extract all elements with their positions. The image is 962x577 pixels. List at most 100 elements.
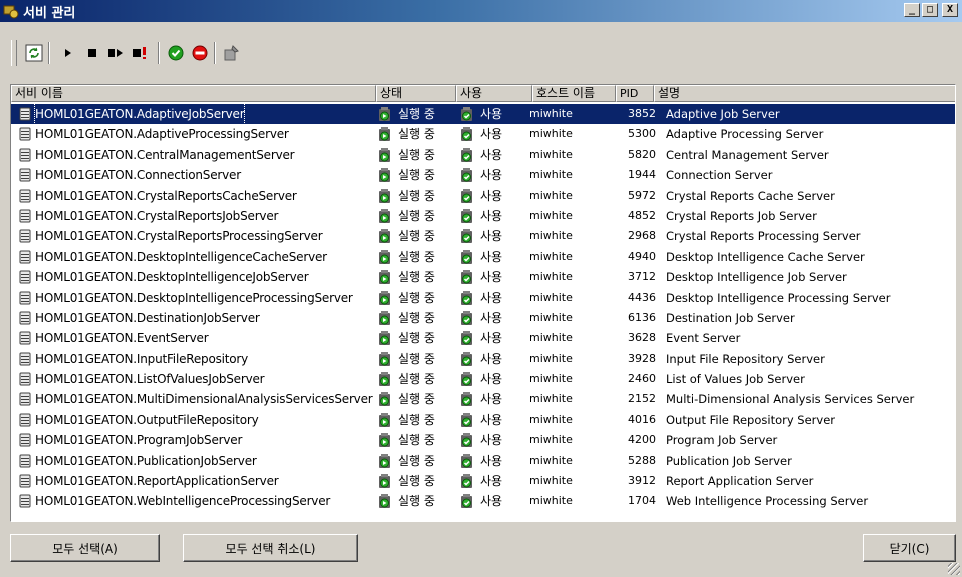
resize-grip[interactable] bbox=[948, 563, 960, 575]
desc-cell: Input File Repository Server bbox=[666, 351, 825, 366]
table-row[interactable]: HOML01GEATON.CrystalReportsJobServer 실행 중… bbox=[11, 206, 955, 226]
column-header-desc[interactable]: 설명 bbox=[654, 85, 955, 102]
table-row[interactable]: HOML01GEATON.WebIntelligenceProcessingSe… bbox=[11, 491, 955, 511]
column-header-use[interactable]: 사용 bbox=[456, 85, 532, 102]
desc-cell: Web Intelligence Processing Server bbox=[666, 494, 869, 509]
server-icon bbox=[19, 494, 31, 508]
table-row[interactable]: HOML01GEATON.InputFileRepository 실행 중 사용 mi… bbox=[11, 349, 955, 369]
desc-cell: Event Server bbox=[666, 331, 741, 346]
table-row[interactable]: HOML01GEATON.CrystalReportsProcessingSer… bbox=[11, 226, 955, 246]
use-cell: 사용 bbox=[459, 328, 531, 348]
server-name-cell: HOML01GEATON.ConnectionServer bbox=[19, 165, 382, 185]
column-header-state[interactable]: 상태 bbox=[376, 85, 456, 102]
host-cell: miwhite bbox=[529, 331, 573, 345]
running-status-icon bbox=[379, 372, 390, 387]
host-cell: miwhite bbox=[529, 474, 573, 488]
deselect-all-button[interactable]: 모두 선택 취소(L) bbox=[183, 534, 358, 562]
table-row[interactable]: HOML01GEATON.DesktopIntelligenceProcessi… bbox=[11, 288, 955, 308]
enabled-status-icon bbox=[461, 127, 472, 142]
table-row[interactable]: HOML01GEATON.ProgramJobServer 실행 중 사용 miwhi… bbox=[11, 430, 955, 450]
server-name-cell: HOML01GEATON.EventServer bbox=[19, 328, 382, 348]
server-name: HOML01GEATON.DesktopIntelligenceCacheSer… bbox=[35, 249, 327, 264]
server-name: HOML01GEATON.ProgramJobServer bbox=[35, 433, 243, 448]
running-status-icon bbox=[379, 270, 390, 285]
running-status-icon bbox=[379, 147, 390, 162]
host-cell: miwhite bbox=[529, 270, 573, 284]
desc-cell: Desktop Intelligence Cache Server bbox=[666, 249, 865, 264]
server-icon bbox=[19, 168, 31, 182]
table-row[interactable]: HOML01GEATON.PublicationJobServer 실행 중 사용 m… bbox=[11, 451, 955, 471]
use-cell: 사용 bbox=[459, 206, 531, 226]
state-text: 실행 중 bbox=[398, 168, 435, 183]
server-list[interactable]: 서비 이름 상태 사용 호스트 이름 PID 설명 HOML01GEATON.A… bbox=[10, 84, 956, 522]
disable-button[interactable] bbox=[190, 43, 210, 63]
server-icon bbox=[19, 107, 31, 121]
desc-cell: Publication Job Server bbox=[666, 453, 792, 468]
state-text: 실행 중 bbox=[398, 188, 435, 203]
use-text: 사용 bbox=[480, 331, 503, 346]
host-cell: miwhite bbox=[529, 494, 573, 508]
table-row[interactable]: HOML01GEATON.OutputFileRepository 실행 중 사용 m… bbox=[11, 410, 955, 430]
server-icon bbox=[19, 474, 31, 488]
table-row[interactable]: HOML01GEATON.AdaptiveJobServer 실행 중 사용 miwh… bbox=[11, 104, 955, 125]
pid-cell: 4940 bbox=[628, 249, 656, 263]
table-row[interactable]: HOML01GEATON.MultiDimensionalAnalysisSer… bbox=[11, 389, 955, 409]
enabled-status-icon bbox=[461, 147, 472, 162]
table-row[interactable]: HOML01GEATON.AdaptiveProcessingServer 실행 … bbox=[11, 124, 955, 144]
table-row[interactable]: HOML01GEATON.DesktopIntelligenceJobServe… bbox=[11, 267, 955, 287]
server-name-cell: HOML01GEATON.ListOfValuesJobServer bbox=[19, 369, 382, 389]
state-cell: 실행 중 bbox=[377, 165, 457, 185]
enable-button[interactable] bbox=[166, 43, 186, 63]
use-text: 사용 bbox=[480, 351, 503, 366]
server-name: HOML01GEATON.OutputFileRepository bbox=[35, 412, 259, 427]
maximize-button[interactable]: □ bbox=[922, 3, 938, 17]
table-row[interactable]: HOML01GEATON.CentralManagementServer 실행 중… bbox=[11, 145, 955, 165]
server-name: HOML01GEATON.ConnectionServer bbox=[35, 168, 241, 183]
toolbar-grip bbox=[11, 40, 17, 66]
table-row[interactable]: HOML01GEATON.ReportApplicationServer 실행 중… bbox=[11, 471, 955, 491]
table-row[interactable]: HOML01GEATON.CrystalReportsCacheServer 실행… bbox=[11, 186, 955, 206]
start-button[interactable] bbox=[58, 43, 78, 63]
select-all-button[interactable]: 모두 선택(A) bbox=[10, 534, 160, 562]
desc-cell: Destination Job Server bbox=[666, 310, 795, 325]
column-header-host[interactable]: 호스트 이름 bbox=[532, 85, 616, 102]
force-stop-button[interactable] bbox=[130, 43, 150, 63]
server-name: HOML01GEATON.CrystalReportsCacheServer bbox=[35, 188, 297, 203]
use-text: 사용 bbox=[480, 208, 503, 223]
disable-icon bbox=[192, 45, 208, 61]
server-name-cell: HOML01GEATON.MultiDimensionalAnalysisSer… bbox=[19, 389, 382, 409]
table-row[interactable]: HOML01GEATON.ConnectionServer 실행 중 사용 miwhi… bbox=[11, 165, 955, 185]
table-row[interactable]: HOML01GEATON.DestinationJobServer 실행 중 사용 m… bbox=[11, 308, 955, 328]
pid-cell: 3912 bbox=[628, 474, 656, 488]
state-text: 실행 중 bbox=[398, 453, 435, 468]
stop-button[interactable] bbox=[82, 43, 102, 63]
minimize-button[interactable]: _ bbox=[904, 3, 920, 17]
restart-button[interactable] bbox=[106, 43, 126, 63]
server-name-cell: HOML01GEATON.AdaptiveJobServer bbox=[19, 104, 382, 124]
table-row[interactable]: HOML01GEATON.EventServer 실행 중 사용 miwhite 362… bbox=[11, 328, 955, 348]
server-icon bbox=[19, 148, 31, 162]
column-header-name[interactable]: 서비 이름 bbox=[11, 85, 376, 102]
refresh-button[interactable] bbox=[24, 43, 44, 63]
server-icon bbox=[19, 331, 31, 345]
host-cell: miwhite bbox=[529, 310, 573, 324]
close-window-button[interactable]: X bbox=[942, 3, 958, 17]
use-text: 사용 bbox=[480, 229, 503, 244]
use-cell: 사용 bbox=[459, 124, 531, 144]
table-row[interactable]: HOML01GEATON.ListOfValuesJobServer 실행 중 사용… bbox=[11, 369, 955, 389]
start-icon bbox=[65, 49, 71, 57]
desc-cell: List of Values Job Server bbox=[666, 372, 805, 387]
state-cell: 실행 중 bbox=[377, 145, 457, 165]
host-cell: miwhite bbox=[529, 188, 573, 202]
column-header-pid[interactable]: PID bbox=[616, 85, 654, 102]
enabled-status-icon bbox=[461, 331, 472, 346]
state-text: 실행 중 bbox=[398, 372, 435, 387]
close-button[interactable]: 닫기(C) bbox=[863, 534, 956, 562]
server-icon bbox=[19, 250, 31, 264]
host-cell: miwhite bbox=[529, 453, 573, 467]
state-cell: 실행 중 bbox=[377, 124, 457, 144]
state-text: 실행 중 bbox=[398, 310, 435, 325]
toolbar-separator bbox=[158, 42, 160, 64]
properties-button[interactable] bbox=[222, 43, 242, 63]
table-row[interactable]: HOML01GEATON.DesktopIntelligenceCacheSer… bbox=[11, 247, 955, 267]
